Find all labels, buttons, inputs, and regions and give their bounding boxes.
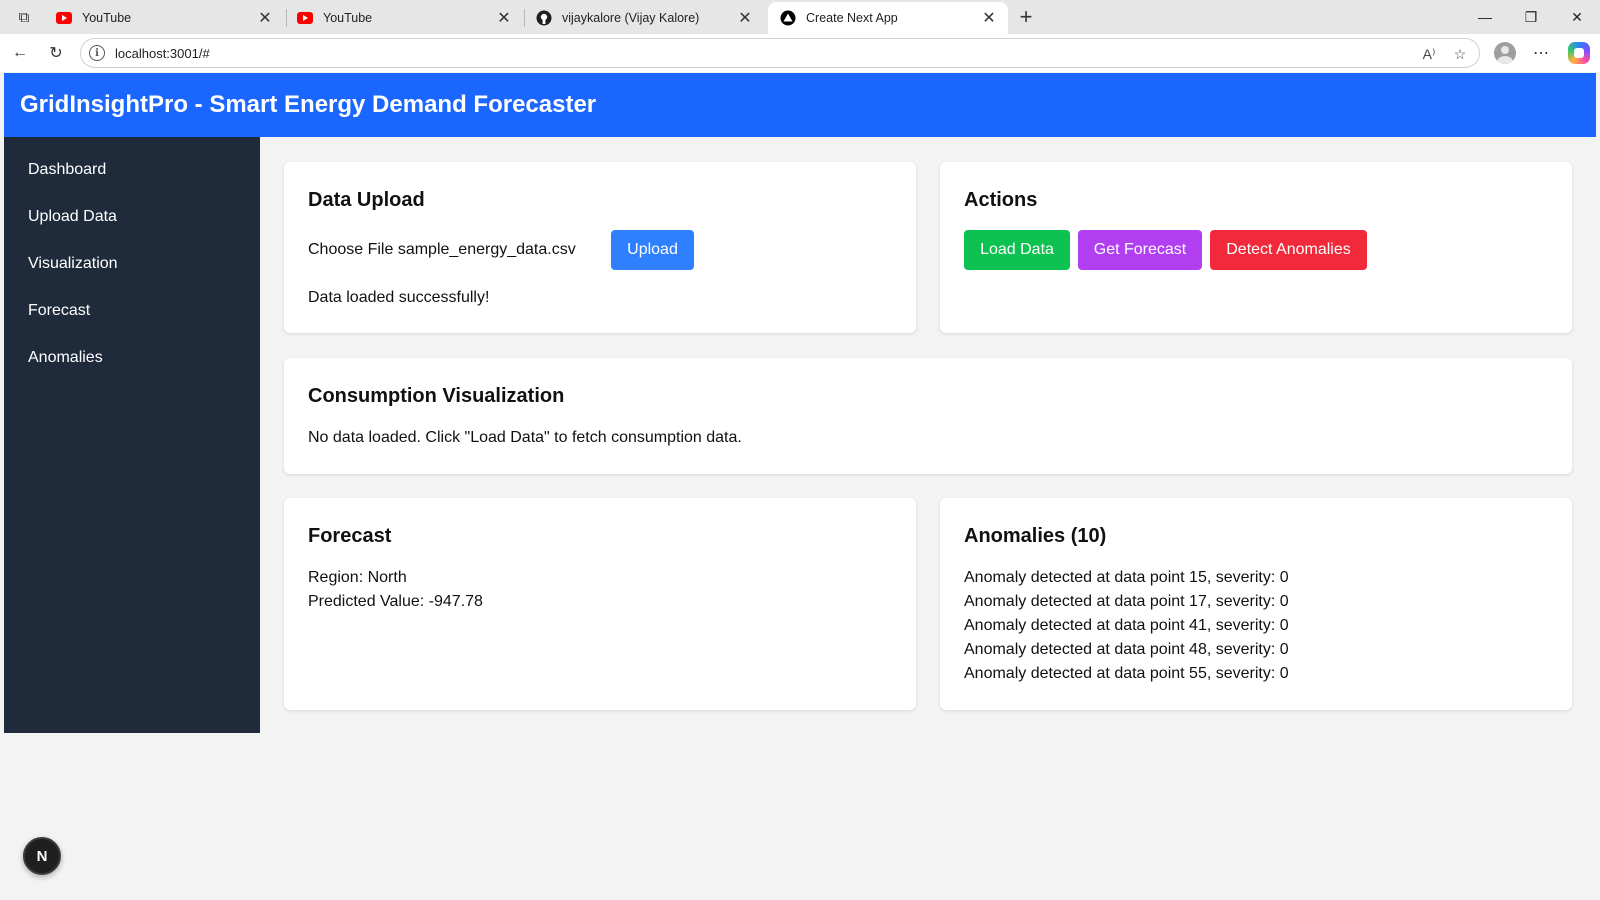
browser-tab[interactable]: YouTube ✕: [44, 2, 284, 34]
get-forecast-button[interactable]: Get Forecast: [1078, 230, 1202, 270]
forecast-heading: Forecast: [308, 525, 392, 547]
youtube-icon: [56, 10, 72, 26]
tab-title: Create Next App: [806, 11, 898, 25]
sidebar-item-upload-data[interactable]: Upload Data: [28, 208, 117, 226]
consumption-visualization-card: Consumption Visualization No data loaded…: [284, 358, 1572, 474]
upload-button[interactable]: Upload: [611, 230, 694, 270]
forecast-region: Region: North: [308, 569, 407, 586]
selected-file-name: sample_energy_data.csv: [397, 241, 576, 258]
data-upload-heading: Data Upload: [308, 189, 425, 211]
restore-icon[interactable]: ❐: [1508, 0, 1554, 34]
tab-actions-icon[interactable]: ⧉: [14, 7, 34, 27]
anomalies-heading: Anomalies (10): [964, 525, 1107, 547]
tab-title: YouTube: [323, 11, 373, 25]
favorite-star-icon[interactable]: ☆: [1450, 44, 1470, 64]
browser-toolbar: ← ↻ i localhost:3001/# A⁾ ☆ ⋯: [0, 34, 1600, 72]
close-icon[interactable]: ✕: [980, 9, 998, 27]
anomaly-list-item: Anomaly detected at data point 48, sever…: [964, 641, 1289, 658]
browser-tab[interactable]: YouTube ✕: [285, 2, 523, 34]
close-icon[interactable]: ✕: [495, 9, 513, 27]
new-tab-button[interactable]: +: [1014, 4, 1038, 29]
reload-icon[interactable]: ↻: [45, 42, 67, 64]
choose-file-button[interactable]: Choose File: [308, 241, 398, 258]
actions-heading: Actions: [964, 189, 1038, 211]
upload-status-message: Data loaded successfully!: [308, 289, 490, 306]
browser-tab[interactable]: vijaykalore (Vijay Kalore) ✕: [524, 2, 764, 34]
youtube-icon: [297, 10, 313, 26]
sidebar-item-forecast[interactable]: Forecast: [28, 302, 90, 320]
close-icon[interactable]: ✕: [256, 9, 274, 27]
tab-title: YouTube: [82, 11, 132, 25]
sidebar-item-anomalies[interactable]: Anomalies: [28, 349, 103, 367]
address-url[interactable]: localhost:3001/#: [115, 46, 210, 61]
actions-card: Actions Load Data Get Forecast Detect An…: [940, 162, 1572, 333]
detect-anomalies-button[interactable]: Detect Anomalies: [1210, 230, 1367, 270]
tab-title: vijaykalore (Vijay Kalore): [562, 11, 700, 25]
read-aloud-icon[interactable]: A⁾: [1419, 44, 1439, 64]
address-bar[interactable]: i localhost:3001/# A⁾ ☆: [80, 38, 1480, 68]
browser-tab-strip: ⧉ YouTube ✕ YouTube ✕ vijaykalore (Vijay…: [0, 0, 1600, 34]
forecast-card: Forecast Region: North Predicted Value: …: [284, 498, 916, 710]
file-input[interactable]: Choose File sample_energy_data.csv: [308, 241, 576, 259]
app-title: GridInsightPro - Smart Energy Demand For…: [20, 91, 597, 118]
nextjs-dev-badge[interactable]: N: [23, 837, 61, 875]
anomaly-list-item: Anomaly detected at data point 55, sever…: [964, 665, 1289, 682]
nextjs-icon: [780, 10, 796, 26]
window-close-icon[interactable]: ✕: [1554, 0, 1600, 34]
browser-tab-active[interactable]: Create Next App ✕: [768, 2, 1008, 34]
sidebar-item-visualization[interactable]: Visualization: [28, 255, 118, 273]
back-arrow-icon[interactable]: ←: [9, 42, 31, 64]
sidebar-item-dashboard[interactable]: Dashboard: [28, 161, 106, 179]
forecast-predicted-value: Predicted Value: -947.78: [308, 593, 483, 610]
anomaly-list-item: Anomaly detected at data point 41, sever…: [964, 617, 1289, 634]
anomalies-card: Anomalies (10) Anomaly detected at data …: [940, 498, 1572, 710]
profile-avatar-icon[interactable]: [1494, 42, 1516, 64]
anomaly-list-item: Anomaly detected at data point 15, sever…: [964, 569, 1289, 586]
github-icon: [536, 10, 552, 26]
minimize-icon[interactable]: —: [1462, 0, 1508, 34]
anomaly-list-item: Anomaly detected at data point 17, sever…: [964, 593, 1289, 610]
close-icon[interactable]: ✕: [736, 9, 754, 27]
more-options-icon[interactable]: ⋯: [1530, 42, 1552, 64]
site-info-icon[interactable]: i: [89, 45, 105, 61]
app-header: GridInsightPro - Smart Energy Demand For…: [4, 73, 1596, 137]
sidebar: Dashboard Upload Data Visualization Fore…: [4, 137, 260, 733]
visualization-empty-message: No data loaded. Click "Load Data" to fet…: [308, 429, 742, 446]
load-data-button[interactable]: Load Data: [964, 230, 1070, 270]
copilot-icon[interactable]: [1568, 42, 1590, 64]
data-upload-card: Data Upload Choose File sample_energy_da…: [284, 162, 916, 333]
visualization-heading: Consumption Visualization: [308, 385, 565, 407]
